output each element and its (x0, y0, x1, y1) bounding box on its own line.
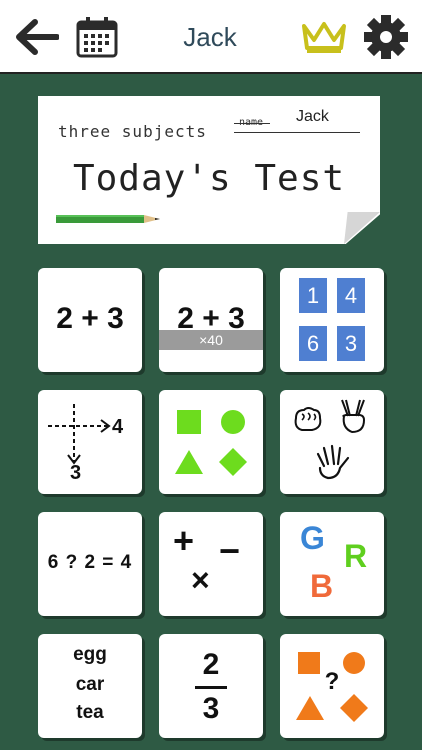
paper-hand-icon (316, 444, 350, 480)
repeat-badge: ×40 (159, 330, 263, 350)
letter-r: R (344, 538, 368, 574)
card-title: Today's Test (72, 158, 346, 199)
calendar-icon (76, 17, 118, 58)
back-arrow-icon (16, 19, 59, 55)
fraction-denominator: 3 (202, 692, 220, 725)
tile-rock-paper-scissors[interactable] (280, 390, 384, 494)
number-cell: 4 (337, 278, 365, 313)
tile-expression: 2 + 3 (56, 302, 124, 335)
word-item: car (75, 674, 105, 695)
calendar-button[interactable] (72, 0, 122, 74)
question-mark: ? (324, 668, 340, 695)
minus-sign: − (219, 530, 241, 571)
times-sign: × (191, 562, 210, 598)
dashed-arrows-icon (48, 404, 111, 465)
rock-hand-icon (294, 407, 322, 431)
tile-color-letters[interactable]: G R B (280, 512, 384, 616)
right-value: 4 (112, 416, 124, 438)
back-button[interactable] (10, 0, 62, 74)
tile-addition-x40[interactable]: 2 + 3 ×40 (159, 268, 263, 372)
tile-fraction[interactable]: 2 3 (159, 634, 263, 738)
down-value: 3 (70, 462, 82, 484)
green-shapes-icon (175, 410, 247, 476)
crown-button[interactable] (298, 0, 350, 74)
tile-expression: 6 ? 2 = 4 (47, 552, 133, 573)
tile-missing-operator[interactable]: 6 ? 2 = 4 (38, 512, 142, 616)
letter-b: B (310, 568, 334, 604)
crown-icon (302, 22, 346, 53)
tile-shape-puzzle[interactable]: ? (280, 634, 384, 738)
tile-operators[interactable]: + − × (159, 512, 263, 616)
name-label: name (239, 117, 264, 128)
pencil-icon (56, 215, 160, 223)
tile-words[interactable]: egg car tea (38, 634, 142, 738)
number-cell: 3 (337, 326, 365, 361)
page-title: Jack (183, 22, 237, 52)
fraction-bar (195, 686, 227, 689)
top-bar: Jack (0, 0, 422, 74)
name-value: Jack (296, 108, 329, 125)
todays-test-card[interactable]: three subjects name Jack Today's Test (38, 96, 380, 244)
tile-shapes[interactable] (159, 390, 263, 494)
settings-button[interactable] (358, 0, 414, 74)
plus-sign: + (173, 520, 195, 561)
letter-g: G (300, 520, 325, 556)
tile-number-memory[interactable]: 1 4 6 3 (280, 268, 384, 372)
tile-addition[interactable]: 2 + 3 (38, 268, 142, 372)
subject-label: three subjects (58, 122, 207, 141)
number-cell: 1 (299, 278, 327, 313)
word-item: tea (76, 702, 104, 723)
name-line (234, 132, 360, 133)
word-item: egg (73, 644, 107, 665)
peace-hand-icon (341, 399, 365, 433)
number-cell: 6 (299, 326, 327, 361)
fraction-numerator: 2 (202, 648, 220, 681)
gear-icon (364, 15, 408, 59)
tile-direction[interactable]: 4 3 (38, 390, 142, 494)
number-grid: 1 4 6 3 (299, 278, 365, 362)
